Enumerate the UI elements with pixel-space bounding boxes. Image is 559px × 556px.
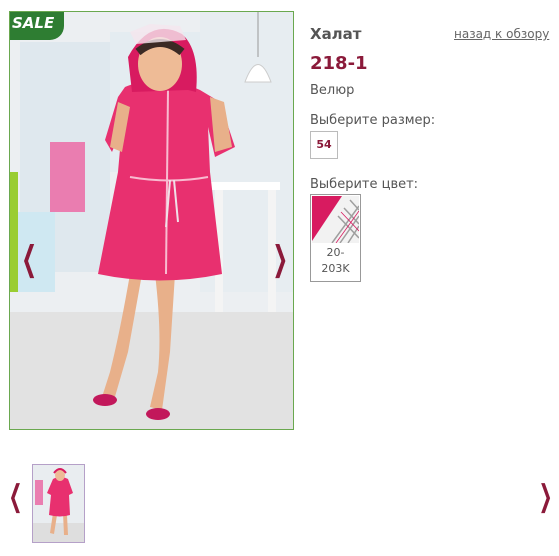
product-title: Халат xyxy=(310,25,362,43)
thumbnail-image[interactable] xyxy=(32,464,85,543)
back-to-overview-link[interactable]: назад к обзору xyxy=(454,27,549,41)
color-code-line2: 203K xyxy=(321,262,350,275)
sale-badge-text: SALE xyxy=(12,12,55,34)
sale-badge: SALE xyxy=(10,12,64,40)
color-option-20-203k[interactable]: 20- 203K xyxy=(310,194,361,282)
product-sku: 218-1 xyxy=(310,53,368,74)
product-material: Велюр xyxy=(310,83,355,98)
product-photo xyxy=(10,12,293,429)
chevron-right-icon: ❯ xyxy=(538,479,553,514)
chevron-left-icon: ❮ xyxy=(21,239,38,279)
main-image-next-button[interactable]: ❯ xyxy=(272,242,288,276)
main-image-prev-button[interactable]: ❮ xyxy=(21,242,37,276)
product-main-image[interactable]: SALE ❮ ❯ xyxy=(9,11,294,430)
chevron-left-icon: ❮ xyxy=(8,479,23,514)
chevron-right-icon: ❯ xyxy=(272,239,289,279)
size-option-54[interactable]: 54 xyxy=(310,131,338,159)
color-swatch-image xyxy=(312,196,359,243)
color-selector-label: Выберите цвет: xyxy=(310,177,419,192)
size-selector-label: Выберите размер: xyxy=(310,113,436,128)
product-details: Халат назад к обзору 218-1 Велюр Выберит… xyxy=(310,0,555,300)
thumbnail-next-button[interactable]: ❯ xyxy=(539,482,553,512)
thumbnail-prev-button[interactable]: ❮ xyxy=(9,482,23,512)
color-code-line1: 20- xyxy=(326,246,345,259)
color-code-label: 20- 203K xyxy=(311,245,360,277)
